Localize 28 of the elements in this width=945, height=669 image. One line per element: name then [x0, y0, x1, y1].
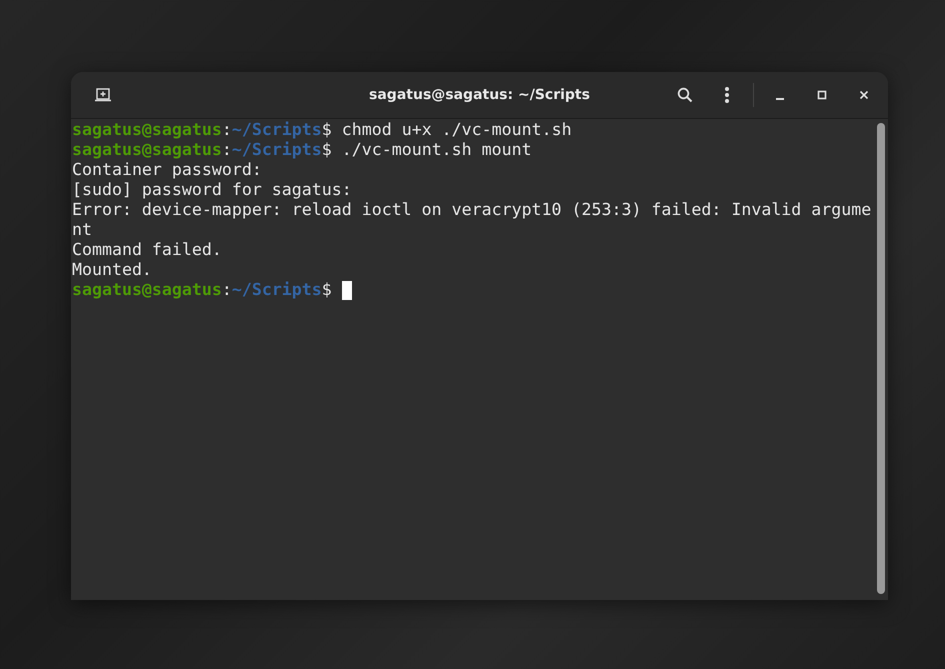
output-text: Container password:: [72, 160, 262, 180]
scrollbar[interactable]: [877, 123, 885, 594]
output-text: Error: device-mapper: reload ioctl on veracrypt10 (253:3) failed: Invalid argume: [72, 200, 872, 220]
prompt-path: ~/Scripts: [232, 140, 322, 160]
command-text: chmod u+x ./vc-mount.sh: [342, 120, 572, 140]
prompt-colon: :: [222, 280, 232, 300]
prompt-path: ~/Scripts: [232, 280, 322, 300]
output-text: [sudo] password for sagatus:: [72, 180, 352, 200]
command-text: ./vc-mount.sh mount: [342, 140, 532, 160]
prompt-symbol: $: [322, 140, 332, 160]
output-text: Mounted.: [72, 260, 152, 280]
prompt-user: sagatus@sagatus: [72, 120, 222, 140]
close-icon: [859, 90, 869, 100]
prompt-user: sagatus@sagatus: [72, 280, 222, 300]
output-text: Command failed.: [72, 240, 222, 260]
new-tab-icon: [95, 88, 111, 102]
prompt-colon: :: [222, 140, 232, 160]
minimize-icon: [776, 98, 784, 100]
output-text: nt: [72, 220, 92, 240]
prompt-user: sagatus@sagatus: [72, 140, 222, 160]
window-title: sagatus@sagatus: ~/Scripts: [369, 87, 590, 103]
maximize-icon: [817, 90, 827, 100]
prompt-symbol: $: [322, 120, 332, 140]
menu-icon: [724, 86, 730, 104]
search-icon: [677, 87, 693, 103]
prompt-colon: :: [222, 120, 232, 140]
prompt-symbol: $: [322, 280, 332, 300]
prompt-path: ~/Scripts: [232, 120, 322, 140]
